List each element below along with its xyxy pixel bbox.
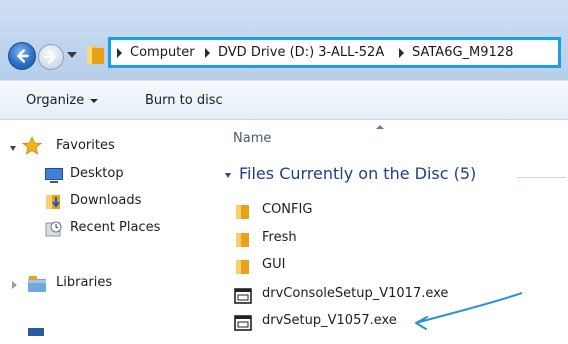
group-header[interactable]: Files Currently on the Disc (5) — [239, 164, 476, 183]
file-name: CONFIG — [262, 202, 313, 217]
expand-icon[interactable] — [10, 146, 16, 151]
breadcrumb-dvd-drive[interactable]: DVD Drive (D:) 3-ALL-52A — [218, 45, 384, 60]
nav-libraries[interactable]: Libraries — [0, 275, 216, 295]
file-name: drvConsoleSetup_V1017.exe — [262, 286, 449, 301]
file-name: Fresh — [262, 230, 297, 245]
navigation-pane: Favorites Desktop Downloads Recent Place… — [0, 120, 216, 336]
folder-icon — [87, 46, 104, 64]
chevron-down-icon — [90, 98, 99, 103]
file-item-config[interactable]: CONFIG — [216, 202, 516, 224]
nav-item-label: Desktop — [70, 166, 124, 181]
breadcrumb-computer[interactable]: Computer — [130, 45, 195, 60]
exe-icon — [234, 315, 252, 331]
forward-button[interactable] — [38, 44, 64, 70]
back-button[interactable] — [8, 42, 36, 70]
breadcrumb-folder[interactable]: SATA6G_M9128 — [412, 45, 513, 60]
forward-arrow-icon — [44, 50, 56, 64]
address-bar[interactable]: Computer DVD Drive (D:) 3-ALL-52A SATA6G… — [108, 37, 561, 68]
file-list-pane: Name Files Currently on the Disc (5) CON… — [216, 120, 568, 334]
nav-item-desktop[interactable]: Desktop — [0, 166, 216, 186]
file-item-fresh[interactable]: Fresh — [216, 230, 516, 252]
file-name: GUI — [262, 257, 286, 272]
breadcrumb-arrow-icon[interactable] — [399, 48, 404, 58]
folder-icon — [236, 233, 249, 247]
recent-places-icon — [45, 221, 62, 237]
group-divider — [516, 177, 566, 178]
nav-item-recent-places[interactable]: Recent Places — [0, 220, 216, 240]
downloads-icon — [46, 195, 60, 209]
folder-icon — [236, 205, 249, 219]
burn-to-disc-button[interactable]: Burn to disc — [145, 93, 223, 108]
nav-item-label: Recent Places — [70, 220, 161, 235]
breadcrumb-arrow-icon[interactable] — [117, 48, 122, 58]
organize-button[interactable]: Organize — [26, 93, 99, 108]
collapse-group-icon[interactable] — [225, 173, 231, 178]
file-item-drvsetup[interactable]: drvSetup_V1057.exe — [216, 313, 516, 335]
command-bar: Organize Burn to disc — [0, 80, 568, 120]
star-icon — [22, 136, 42, 155]
file-name: drvSetup_V1057.exe — [262, 313, 397, 328]
sort-ascending-icon — [376, 125, 384, 129]
file-item-gui[interactable]: GUI — [216, 257, 516, 279]
desktop-icon — [45, 168, 63, 183]
breadcrumb-arrow-icon[interactable] — [205, 48, 210, 58]
nav-label-favorites: Favorites — [56, 138, 115, 153]
libraries-icon — [28, 276, 46, 292]
back-arrow-icon — [17, 49, 29, 63]
nav-item-computer[interactable] — [0, 324, 216, 344]
exe-icon — [234, 288, 252, 304]
folder-icon — [236, 260, 249, 274]
file-item-drvconsolesetup[interactable]: drvConsoleSetup_V1017.exe — [216, 286, 516, 308]
computer-icon — [28, 328, 44, 336]
nav-item-downloads[interactable]: Downloads — [0, 193, 216, 213]
nav-label-libraries: Libraries — [56, 275, 113, 290]
expand-icon[interactable] — [12, 281, 17, 289]
nav-item-label: Downloads — [70, 193, 142, 208]
column-header-name[interactable]: Name — [233, 131, 271, 146]
chevron-down-icon[interactable] — [67, 52, 77, 58]
nav-favorites[interactable]: Favorites — [0, 136, 216, 158]
title-bar: Computer DVD Drive (D:) 3-ALL-52A SATA6G… — [0, 0, 568, 80]
organize-label: Organize — [26, 93, 85, 108]
